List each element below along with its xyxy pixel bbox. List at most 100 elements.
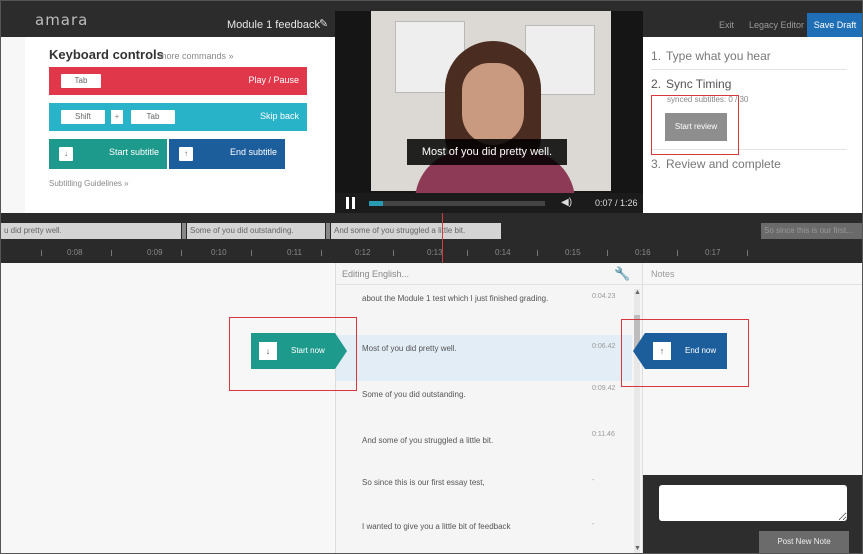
- tab-key: Tab: [61, 74, 101, 88]
- subtitle-row-active[interactable]: Most of you did pretty well. 0:06.42: [336, 335, 632, 381]
- up-arrow-key: ↑: [179, 147, 193, 161]
- time-readout: 0:07 / 1:26: [595, 198, 638, 208]
- highlight-box: [229, 317, 357, 391]
- segment-handle[interactable]: [182, 223, 186, 239]
- subtitle-text[interactable]: Most of you did pretty well.: [362, 343, 562, 355]
- highlight-box: [651, 95, 739, 155]
- exit-link[interactable]: Exit: [719, 20, 734, 30]
- play-pause-row[interactable]: Tab Play / Pause: [49, 67, 307, 95]
- subtitle-editor: Editing English... 🔧 about the Module 1 …: [335, 263, 644, 553]
- subtitle-time: 0:09.42: [592, 385, 616, 392]
- subtitle-text[interactable]: I wanted to give you a little bit of fee…: [362, 521, 562, 533]
- app-window: amara Module 1 feedback ✎ Exit Legacy Ed…: [0, 0, 863, 554]
- progress-bar[interactable]: [369, 201, 545, 206]
- subtitle-row[interactable]: I wanted to give you a little bit of fee…: [336, 521, 632, 553]
- skip-back-label: Skip back: [259, 111, 299, 121]
- step-1-number: 1.: [651, 49, 662, 63]
- timeline-segment[interactable]: So since this is our first...: [761, 223, 862, 239]
- step-sync-timing[interactable]: 2. Sync Timing: [651, 77, 731, 91]
- ruler-tick: [467, 250, 468, 256]
- edit-pencil-icon[interactable]: ✎: [319, 17, 331, 30]
- subtitle-time: 0:06.42: [592, 343, 616, 350]
- ruler-tick: [677, 250, 678, 256]
- down-arrow-key: ↓: [59, 147, 73, 161]
- start-subtitle-label: Start subtitle: [108, 147, 159, 157]
- step-1-label: Type what you hear: [666, 49, 771, 63]
- subtitle-time: -: [592, 521, 595, 528]
- editor-header: Editing English... 🔧: [336, 263, 644, 285]
- start-subtitle-row[interactable]: ↓ Start subtitle: [49, 139, 167, 169]
- ruler-label: 0:09: [147, 248, 163, 257]
- skip-back-row[interactable]: Shift + Tab Skip back: [49, 103, 307, 131]
- volume-icon[interactable]: ◀): [561, 197, 572, 208]
- subtitle-row[interactable]: And some of you struggled a little bit. …: [336, 431, 632, 471]
- segment-handle[interactable]: [326, 223, 330, 239]
- step-3-number: 3.: [651, 157, 662, 171]
- subtitle-timeline[interactable]: u did pretty well. Some of you did outst…: [1, 213, 862, 263]
- ruler-tick: [393, 250, 394, 256]
- ruler-label: 0:13: [427, 248, 443, 257]
- scroll-down-arrow-icon[interactable]: ▼: [634, 545, 641, 552]
- ruler-tick: [537, 250, 538, 256]
- subtitle-time: -: [592, 477, 595, 484]
- video-controls: ◀) 0:07 / 1:26: [335, 193, 643, 213]
- ruler-label: 0:17: [705, 248, 721, 257]
- keyboard-controls-title: Keyboard controls: [49, 47, 164, 62]
- ruler-tick: [747, 250, 748, 256]
- keyboard-controls-panel: Keyboard controls more commands » Tab Pl…: [25, 37, 335, 213]
- ruler-label: 0:15: [565, 248, 581, 257]
- ruler-label: 0:14: [495, 248, 511, 257]
- step-2-number: 2.: [651, 77, 662, 91]
- ruler-label: 0:11: [287, 248, 302, 257]
- ruler-label: 0:16: [635, 248, 651, 257]
- step-3-label: Review and complete: [666, 157, 781, 171]
- ruler-tick: [607, 250, 608, 256]
- pause-icon[interactable]: [345, 197, 357, 209]
- scroll-up-arrow-icon[interactable]: ▲: [634, 289, 641, 296]
- timeline-segment[interactable]: u did pretty well.: [1, 223, 181, 239]
- timeline-segment[interactable]: Some of you did outstanding.: [187, 223, 325, 239]
- ruler-tick: [41, 250, 42, 256]
- playhead[interactable]: [442, 213, 443, 263]
- video-title: Module 1 feedback: [227, 19, 320, 31]
- amara-logo: amara: [35, 11, 89, 29]
- end-subtitle-label: End subtitle: [229, 147, 277, 157]
- speaker-face: [462, 63, 524, 145]
- ruler-label: 0:10: [211, 248, 227, 257]
- ruler-tick: [181, 250, 182, 256]
- subtitle-text[interactable]: So since this is our first essay test,: [362, 477, 562, 489]
- step-2-label: Sync Timing: [666, 77, 732, 91]
- subtitle-row[interactable]: So since this is our first essay test, -: [336, 477, 632, 517]
- more-commands-link[interactable]: more commands »: [159, 51, 234, 61]
- step-type-what-you-hear[interactable]: 1. Type what you hear: [651, 49, 771, 63]
- editing-language-label: Editing English...: [342, 269, 410, 279]
- legacy-editor-link[interactable]: Legacy Editor: [749, 20, 804, 30]
- subtitle-row[interactable]: Some of you did outstanding. 0:09.42: [336, 385, 632, 425]
- tab-key: Tab: [131, 110, 175, 124]
- highlight-box: [621, 319, 749, 387]
- progress-fill: [369, 201, 384, 206]
- subtitle-row[interactable]: about the Module 1 test which I just fin…: [336, 293, 632, 333]
- timeline-segment[interactable]: And some of you struggled a little bit.: [331, 223, 501, 239]
- ruler-label: 0:12: [355, 248, 371, 257]
- notes-panel: Notes Post New Note: [643, 263, 862, 553]
- subtitling-guidelines-link[interactable]: Subtitling Guidelines »: [49, 179, 129, 188]
- notes-compose: Post New Note: [643, 475, 862, 553]
- plus-key: +: [111, 110, 123, 124]
- end-subtitle-row[interactable]: ↑ End subtitle: [169, 139, 285, 169]
- subtitle-time: 0:11.46: [592, 431, 615, 438]
- note-input[interactable]: [659, 485, 847, 521]
- subtitle-text[interactable]: Some of you did outstanding.: [362, 389, 562, 401]
- play-pause-label: Play / Pause: [248, 75, 299, 85]
- post-new-note-button[interactable]: Post New Note: [759, 531, 849, 553]
- subtitle-text[interactable]: about the Module 1 test which I just fin…: [362, 293, 562, 305]
- ruler-label: 0:08: [67, 248, 83, 257]
- step-review-and-complete[interactable]: 3. Review and complete: [651, 157, 781, 171]
- wrench-icon[interactable]: 🔧: [614, 266, 630, 282]
- video-player[interactable]: Most of you did pretty well. ◀) 0:07 / 1…: [335, 11, 643, 213]
- ruler-tick: [111, 250, 112, 256]
- subtitle-text[interactable]: And some of you struggled a little bit.: [362, 435, 562, 447]
- video-caption: Most of you did pretty well.: [407, 139, 567, 165]
- save-draft-button[interactable]: Save Draft: [807, 13, 862, 37]
- notes-label: Notes: [651, 269, 675, 279]
